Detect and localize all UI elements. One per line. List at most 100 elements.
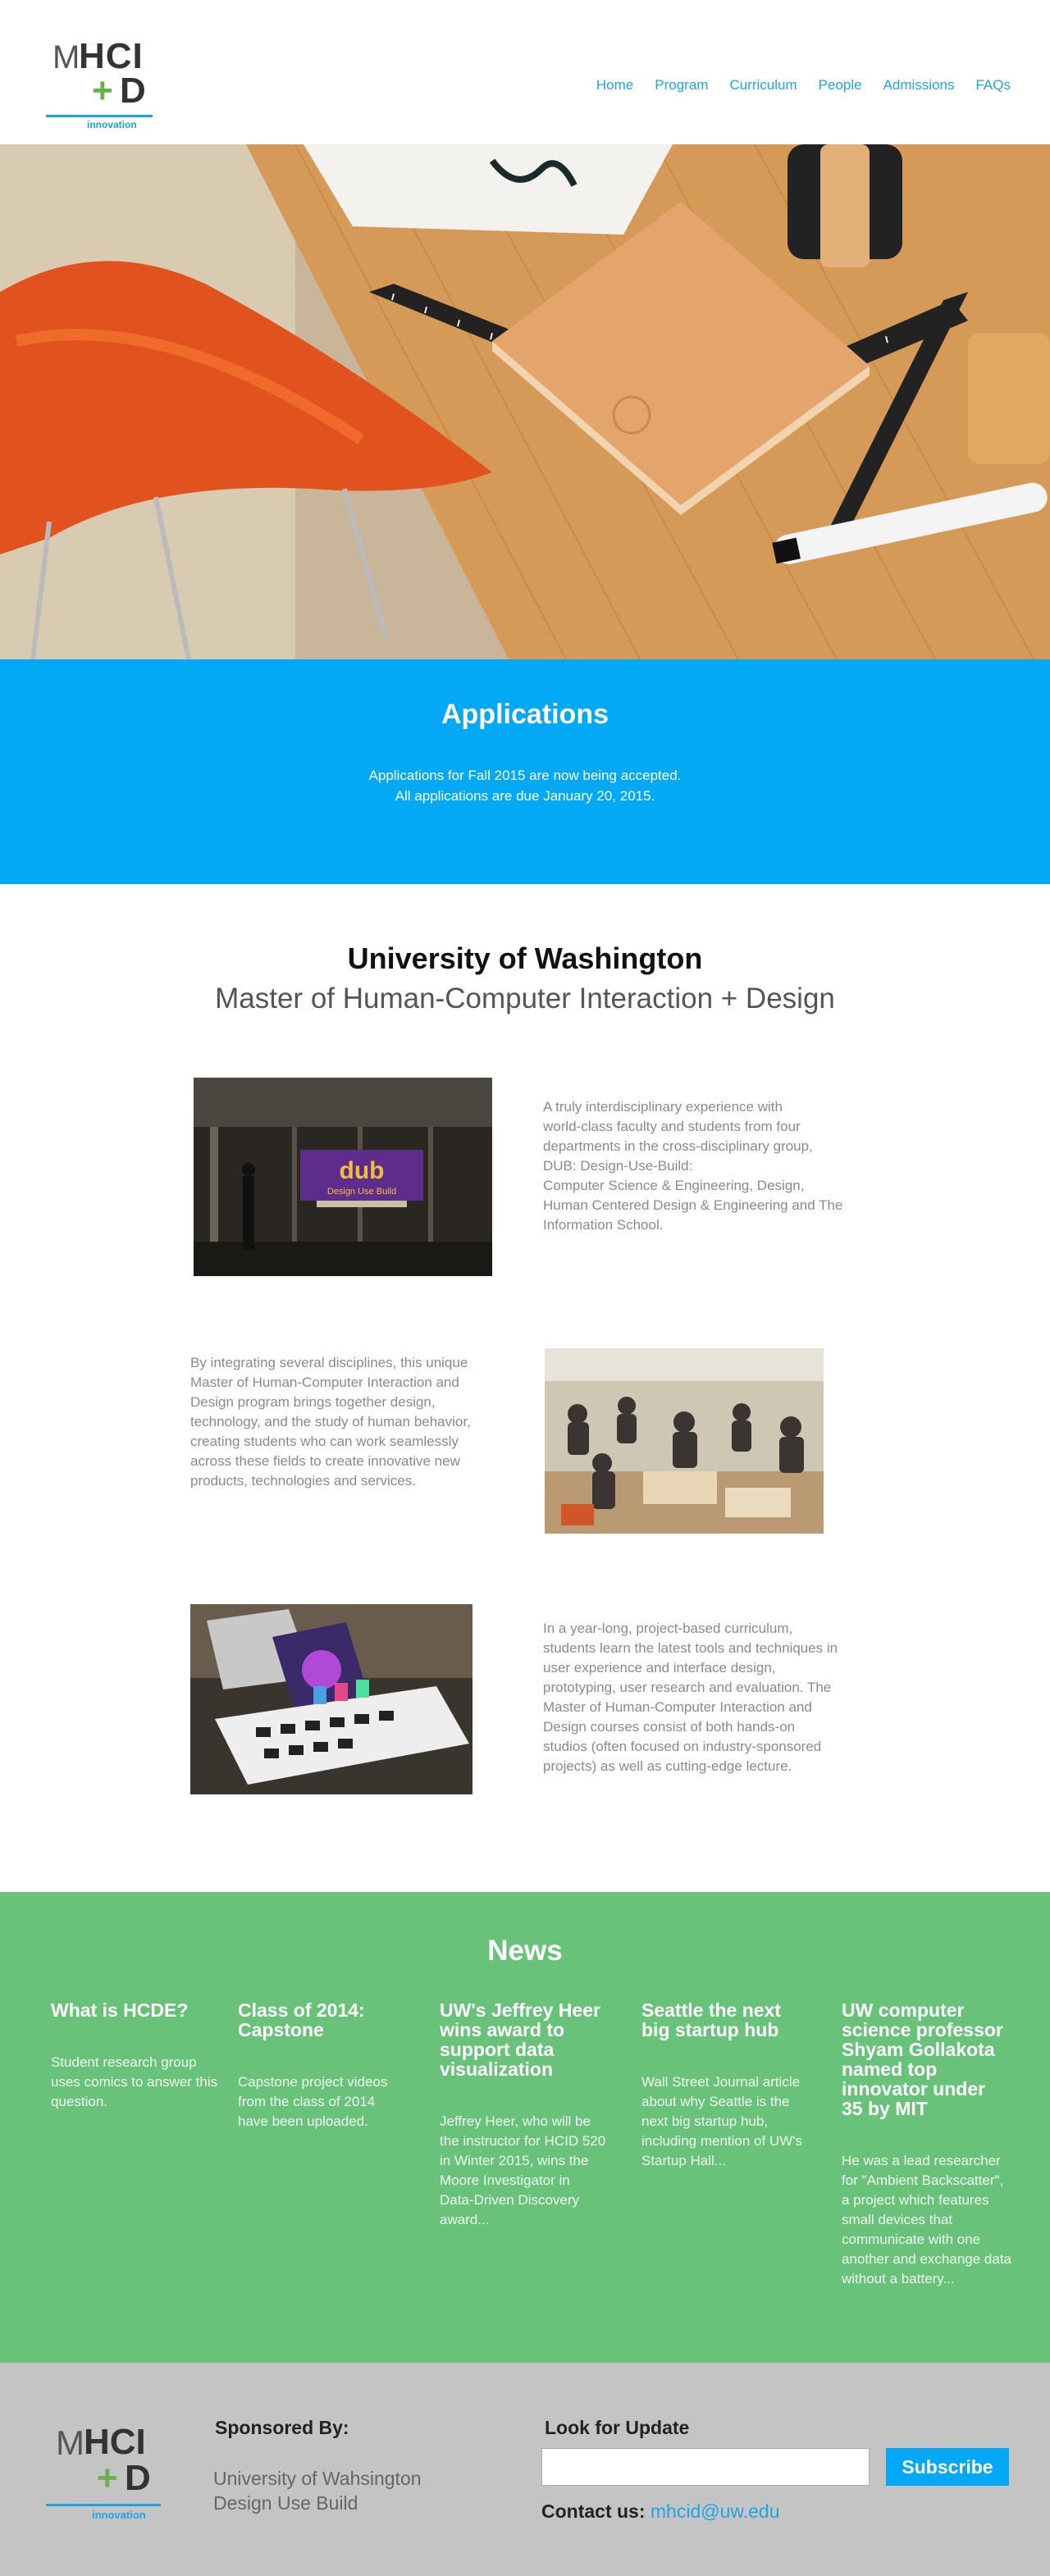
news-item-summary: Student research group uses comics to an… bbox=[51, 2053, 240, 2112]
news-body-line: from the class of 2014 bbox=[238, 2094, 376, 2109]
news-body-line: in Winter 2015, wins the bbox=[440, 2153, 589, 2168]
intro-3-line: In a year-long, project-based curriculum… bbox=[543, 1621, 793, 1636]
degree-subheading: Master of Human-Computer Interaction + D… bbox=[215, 983, 835, 1014]
news-title-line: UW computer bbox=[842, 1999, 965, 2021]
news-body-line: next big startup hub, bbox=[641, 2113, 769, 2129]
news-body-line: Capstone project videos bbox=[238, 2074, 388, 2090]
nav-home[interactable]: Home bbox=[596, 77, 633, 93]
news-item[interactable]: UW's Jeffrey Heer wins award to support … bbox=[440, 2000, 628, 2230]
subscribe-button[interactable]: Subscribe bbox=[886, 2448, 1009, 2486]
intro-2-line: technology, and the study of human behav… bbox=[190, 1414, 471, 1429]
news-title-line: Shyam Gollakota bbox=[842, 2039, 995, 2060]
main-nav: Home Program Curriculum People Admission… bbox=[575, 77, 1011, 93]
nav-people[interactable]: People bbox=[819, 77, 862, 93]
news-title-line: wins award to bbox=[440, 2019, 565, 2040]
news-body-line: a project which features bbox=[842, 2192, 989, 2208]
news-body-line: have been uploaded. bbox=[238, 2113, 368, 2129]
footer-logo[interactable]: M HCI + D innovation bbox=[46, 2422, 161, 2521]
news-item[interactable]: Class of 2014: Capstone Capstone project… bbox=[238, 2000, 418, 2131]
sponsor-uw: University of Wahsington bbox=[213, 2468, 422, 2489]
news-title-line: What is HCDE? bbox=[51, 1999, 189, 2021]
news-body-line: another and exchange data bbox=[842, 2251, 1012, 2267]
intro-2-line: products, technologies and services. bbox=[190, 1473, 416, 1489]
nav-faqs[interactable]: FAQs bbox=[975, 77, 1011, 93]
logo-hci: HCI bbox=[84, 2422, 146, 2462]
email-subscribe-input[interactable] bbox=[541, 2448, 870, 2486]
contact-label: Contact us: bbox=[541, 2501, 646, 2522]
update-heading: Look for Update bbox=[545, 2417, 690, 2438]
intro-paragraph-1: A truly interdisciplinary experience wit… bbox=[543, 1097, 888, 1235]
mhcid-logo[interactable]: M HCI + D innovation bbox=[46, 36, 153, 130]
studio-students-photo bbox=[545, 1348, 824, 1534]
news-title-line: 35 by MIT bbox=[842, 2098, 928, 2119]
logo-m: M bbox=[56, 2423, 84, 2462]
news-body-line: Data-Driven Discovery bbox=[440, 2192, 580, 2208]
news-body-line: about why Seattle is the bbox=[641, 2094, 790, 2109]
news-item-title[interactable]: What is HCDE? bbox=[51, 2000, 240, 2020]
news-title-line: visualization bbox=[440, 2059, 554, 2080]
news-body-line: communicate with one bbox=[842, 2232, 981, 2247]
dub-sign-photo: dub Design Use Build bbox=[194, 1078, 492, 1276]
hero-image bbox=[0, 144, 1050, 659]
news-body-line: question. bbox=[51, 2094, 107, 2109]
applications-banner: Applications Applications for Fall 2015 … bbox=[0, 659, 1050, 884]
logo-underline bbox=[46, 2504, 161, 2506]
logo-underline bbox=[46, 115, 153, 117]
news-body-line: the instructor for HCID 520 bbox=[440, 2133, 606, 2149]
sponsored-heading: Sponsored By: bbox=[215, 2417, 349, 2438]
intro-paragraph-3: In a year-long, project-based curriculum… bbox=[543, 1619, 888, 1776]
intro-3-line: Design courses consist of both hands-on bbox=[543, 1719, 796, 1735]
intro-2-line: Design program brings together design, bbox=[190, 1394, 436, 1410]
nav-curriculum[interactable]: Curriculum bbox=[729, 77, 797, 93]
news-item-summary: He was a lead researcher for "Ambient Ba… bbox=[842, 2151, 1030, 2289]
news-title-line: Capstone bbox=[238, 2019, 324, 2040]
logo-plus: + bbox=[92, 71, 113, 111]
logo-m: M bbox=[52, 39, 81, 75]
intro-3-line: students learn the latest tools and tech… bbox=[543, 1640, 838, 1656]
news-body-line: Moore Investigator in bbox=[440, 2173, 570, 2188]
nav-admissions[interactable]: Admissions bbox=[883, 77, 955, 93]
news-body-line: Student research group bbox=[51, 2054, 197, 2070]
intro-1-line: Computer Science & Engineering, Design, bbox=[543, 1178, 805, 1193]
news-body-line: without a battery... bbox=[842, 2271, 955, 2286]
site-footer: M HCI + D innovation Sponsored By: Unive… bbox=[0, 2363, 1050, 2576]
intro-1-line: departments in the cross-disciplinary gr… bbox=[543, 1138, 813, 1154]
contact-email-link[interactable]: mhcid@uw.edu bbox=[651, 2501, 780, 2522]
svg-text:dub: dub bbox=[340, 1157, 385, 1184]
logo-d: D bbox=[125, 2458, 151, 2498]
site-header: M HCI + D innovation Home Program Curric… bbox=[0, 0, 1050, 144]
news-title-line: named top bbox=[842, 2059, 938, 2080]
applications-deadline-text: All applications are due January 20, 201… bbox=[395, 788, 655, 804]
logo-plus: + bbox=[97, 2458, 118, 2498]
university-heading: University of Washington bbox=[347, 941, 703, 975]
news-item-title[interactable]: UW computer science professor Shyam Goll… bbox=[842, 2000, 1030, 2118]
nav-program[interactable]: Program bbox=[655, 77, 708, 93]
news-item-summary: Jeffrey Heer, who will be the instructor… bbox=[440, 2112, 628, 2230]
prototype-devices-photo bbox=[190, 1604, 472, 1794]
news-body-line: Wall Street Journal article bbox=[641, 2074, 801, 2090]
intro-1-line: DUB: Design-Use-Build: bbox=[543, 1158, 693, 1174]
news-body-line: Startup Hall... bbox=[641, 2153, 726, 2168]
intro-1-line: Information School. bbox=[543, 1217, 664, 1233]
logo-tagline: innovation bbox=[92, 2509, 146, 2521]
intro-2-line: By integrating several disciplines, this… bbox=[190, 1355, 468, 1370]
news-title-line: support data bbox=[440, 2039, 555, 2060]
news-item-summary: Wall Street Journal article about why Se… bbox=[641, 2072, 822, 2171]
news-item[interactable]: UW computer science professor Shyam Goll… bbox=[842, 2000, 1030, 2289]
news-item[interactable]: Seattle the next big startup hub Wall St… bbox=[641, 2000, 822, 2171]
news-title: News bbox=[487, 1935, 563, 1967]
news-body-line: He was a lead researcher bbox=[842, 2153, 1001, 2168]
news-item[interactable]: What is HCDE? Student research group use… bbox=[51, 2000, 240, 2112]
contact-line: Contact us: mhcid@uw.edu bbox=[541, 2501, 780, 2523]
desk-photo-illustration bbox=[0, 144, 1050, 659]
logo-tagline: innovation bbox=[87, 119, 137, 130]
news-item-title[interactable]: Seattle the next big startup hub bbox=[641, 2000, 822, 2040]
news-body-line: award... bbox=[440, 2212, 490, 2227]
news-title-line: Seattle the next bbox=[641, 1999, 781, 2021]
news-title-line: Class of 2014: bbox=[238, 1999, 365, 2021]
news-body-line: Jeffrey Heer, who will be bbox=[440, 2113, 591, 2129]
intro-1-line: Human Centered Design & Engineering and … bbox=[543, 1197, 843, 1213]
applications-open-text: Applications for Fall 2015 are now being… bbox=[368, 768, 682, 783]
news-item-title[interactable]: UW's Jeffrey Heer wins award to support … bbox=[440, 2000, 628, 2079]
news-item-title[interactable]: Class of 2014: Capstone bbox=[238, 2000, 418, 2040]
